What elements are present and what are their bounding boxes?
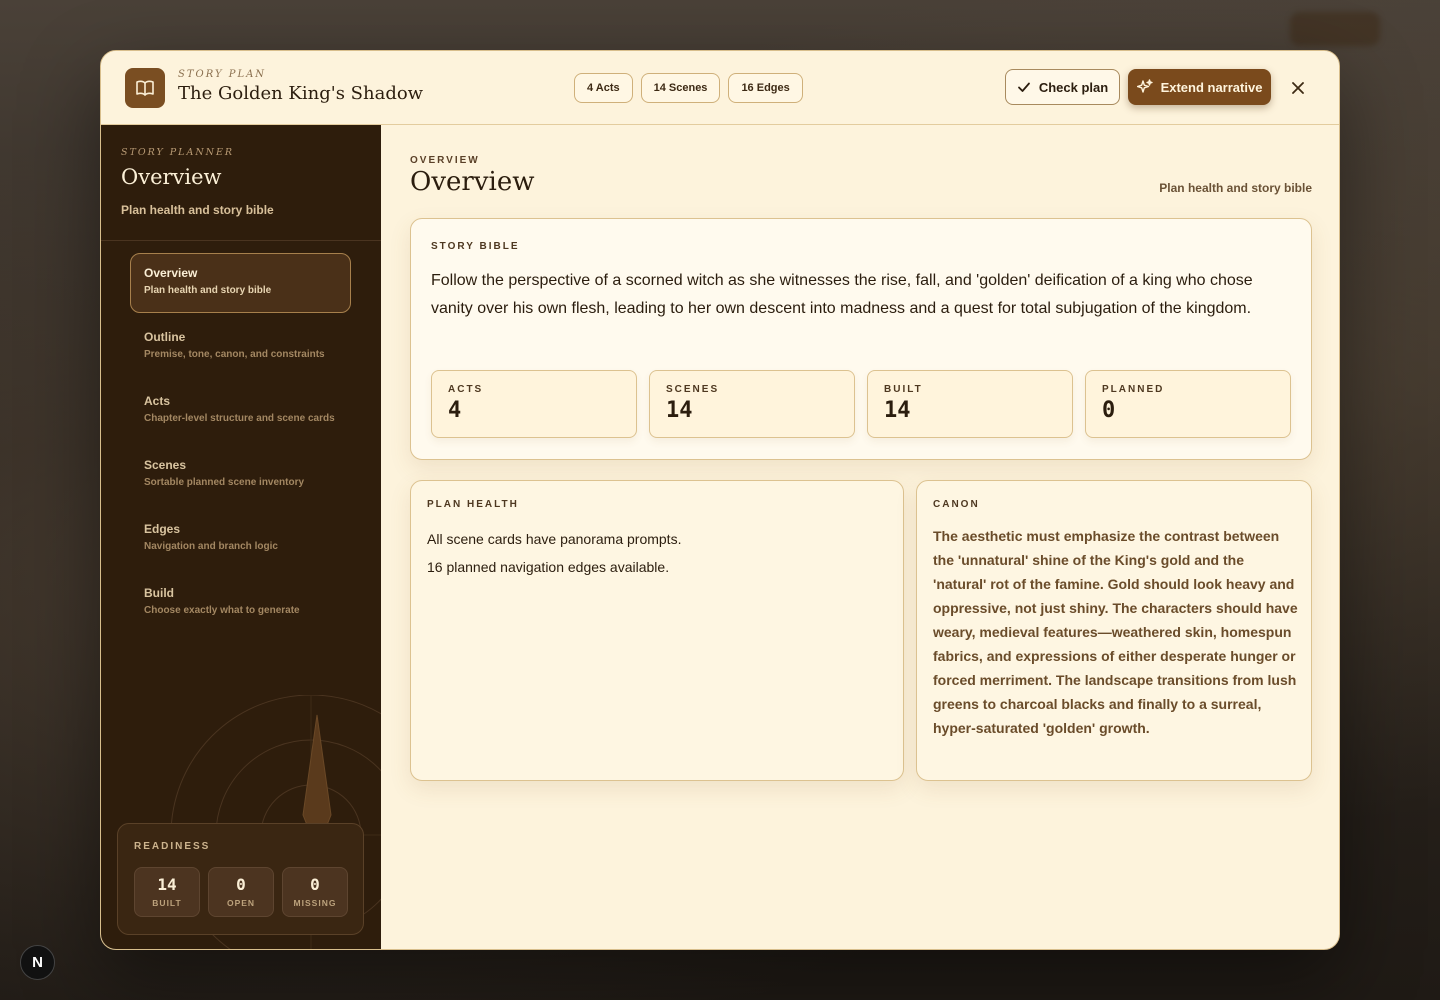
sidebar-item-label: Build [144, 586, 174, 600]
readiness-built: 14 BUILT [134, 867, 200, 917]
stat-value: 0 [1102, 398, 1116, 423]
main-panel: OVERVIEW Overview Plan health and story … [381, 125, 1339, 949]
sidebar-item-edges[interactable]: Edges Navigation and branch logic [130, 509, 351, 569]
stat-label: SCENES [666, 384, 720, 395]
readiness-built-value: 14 [157, 875, 177, 894]
sparkles-icon [1136, 79, 1153, 93]
book-icon [125, 68, 165, 108]
sidebar-item-desc: Premise, tone, canon, and constraints [144, 349, 325, 360]
edges-chip[interactable]: 16 Edges [728, 73, 803, 103]
modal-header: STORY PLAN The Golden King's Shadow 4 Ac… [101, 51, 1339, 125]
readiness-missing-caption: MISSING [293, 898, 337, 908]
close-button[interactable] [1287, 77, 1309, 99]
sidebar-item-desc: Choose exactly what to generate [144, 605, 300, 616]
sidebar-item-scenes[interactable]: Scenes Sortable planned scene inventory [130, 445, 351, 505]
health-line: All scene cards have panorama prompts. [427, 531, 682, 547]
sidebar-item-outline[interactable]: Outline Premise, tone, canon, and constr… [130, 317, 351, 377]
sidebar-item-label: Overview [144, 266, 198, 280]
story-bible-card: STORY BIBLE Follow the perspective of a … [410, 218, 1312, 460]
canon-text: The aesthetic must emphasize the contras… [933, 528, 1298, 736]
stat-acts: ACTS 4 [431, 370, 637, 438]
scenes-chip[interactable]: 14 Scenes [640, 73, 721, 103]
sidebar-subtitle: Plan health and story bible [121, 203, 274, 217]
sidebar-item-label: Outline [144, 330, 186, 344]
checkmark-icon [1017, 82, 1030, 92]
readiness-missing: 0 MISSING [282, 867, 348, 917]
sidebar-item-build[interactable]: Build Choose exactly what to generate [130, 573, 351, 633]
sidebar-item-desc: Chapter-level structure and scene cards [144, 413, 335, 424]
plan-health-card: PLAN HEALTH All scene cards have panoram… [410, 480, 904, 781]
stat-label: PLANNED [1102, 384, 1165, 395]
readiness-open: 0 OPEN [208, 867, 274, 917]
story-title: The Golden King's Shadow [178, 83, 424, 104]
extend-narrative-label: Extend narrative [1160, 79, 1263, 95]
sidebar-title: Overview [121, 165, 222, 189]
close-icon [1292, 82, 1304, 94]
readiness-open-caption: OPEN [226, 898, 256, 908]
stat-value: 14 [884, 398, 911, 423]
main-kicker: OVERVIEW [410, 155, 480, 166]
sidebar-item-label: Scenes [144, 458, 187, 472]
dev-badge[interactable]: N [20, 945, 55, 980]
sidebar-item-desc: Navigation and branch logic [144, 541, 278, 552]
stat-label: ACTS [448, 384, 484, 395]
summary-chips: 4 Acts 14 Scenes 16 Edges [574, 73, 803, 103]
sidebar-nav: Overview Plan health and story bible Out… [130, 253, 351, 637]
health-line: 16 planned navigation edges available. [427, 559, 670, 575]
check-plan-button[interactable]: Check plan [1005, 69, 1120, 105]
page-subtitle: Plan health and story bible [1159, 181, 1312, 195]
stat-value: 14 [666, 398, 693, 423]
story-bible-text: Follow the perspective of a scorned witc… [431, 272, 1253, 317]
sidebar-item-desc: Plan health and story bible [144, 285, 272, 296]
sidebar-item-label: Acts [144, 394, 171, 408]
readiness-open-value: 0 [236, 875, 246, 894]
acts-chip[interactable]: 4 Acts [574, 73, 633, 103]
plan-health-label: PLAN HEALTH [427, 499, 519, 510]
sidebar-kicker: STORY PLANNER [121, 147, 235, 158]
page-title: Overview [410, 167, 535, 197]
readiness-label: READINESS [134, 841, 211, 852]
stat-planned: PLANNED 0 [1085, 370, 1291, 438]
extend-narrative-button[interactable]: Extend narrative [1128, 69, 1271, 105]
sidebar-item-overview[interactable]: Overview Plan health and story bible [130, 253, 351, 313]
header-kicker: STORY PLAN [178, 69, 267, 80]
stat-built: BUILT 14 [867, 370, 1073, 438]
sidebar-item-acts[interactable]: Acts Chapter-level structure and scene c… [130, 381, 351, 441]
stat-scenes: SCENES 14 [649, 370, 855, 438]
sidebar-item-desc: Sortable planned scene inventory [144, 477, 305, 488]
story-bible-label: STORY BIBLE [431, 241, 520, 252]
canon-label: CANON [933, 499, 980, 510]
check-plan-label: Check plan [1038, 79, 1109, 95]
readiness-built-caption: BUILT [152, 898, 182, 908]
stat-label: BUILT [884, 384, 923, 395]
stat-value: 4 [448, 398, 462, 423]
story-plan-modal: STORY PLAN The Golden King's Shadow 4 Ac… [100, 50, 1340, 950]
sidebar: STORY PLANNER Overview Plan health and s… [101, 125, 381, 949]
sidebar-item-label: Edges [144, 522, 181, 536]
background-button [1290, 12, 1380, 46]
stats-row: ACTS 4 SCENES 14 BUILT 14 PLANNED 0 [431, 370, 1291, 438]
readiness-panel: READINESS 14 BUILT 0 OPEN 0 MISSING [117, 823, 364, 935]
sidebar-divider [101, 240, 381, 241]
readiness-missing-value: 0 [310, 875, 320, 894]
canon-card: CANON The aesthetic must emphasize the c… [916, 480, 1312, 781]
